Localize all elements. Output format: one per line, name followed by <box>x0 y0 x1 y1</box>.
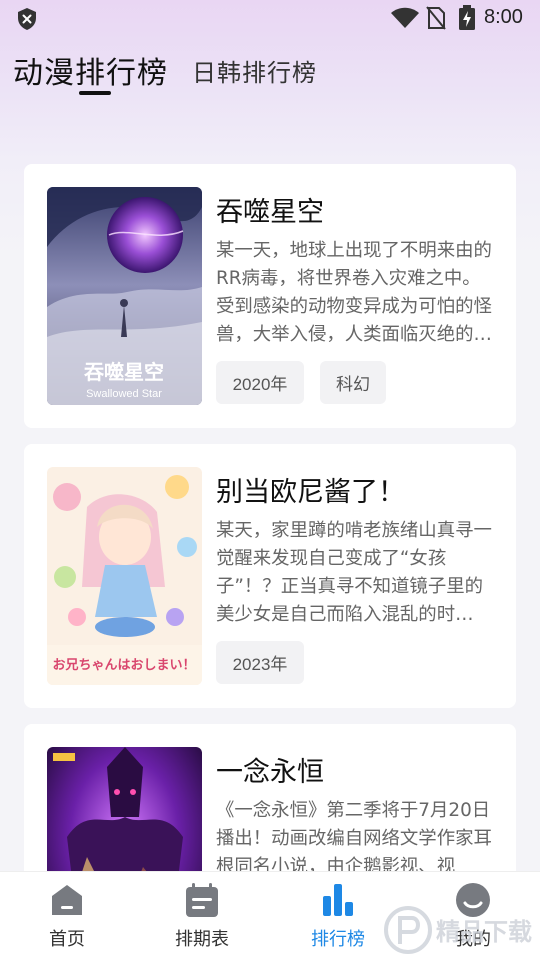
wifi-icon <box>391 7 419 28</box>
anime-description: 某天，家里蹲的啃老族绪山真寻一觉醒来发现自己变成了“女孩子”！？正当真寻不知道镜… <box>216 520 492 625</box>
anime-title: 别当欧尼酱了！ <box>216 477 405 508</box>
poster-title: 吞噬星空 <box>84 360 164 384</box>
anime-tags: 2020年 科幻 <box>216 361 386 404</box>
anime-description: 《一念永恒》第二季将于7月20日播出！动画改编自网络文学作家耳根同名小说，由企鹅… <box>216 800 492 877</box>
anime-title: 吞噬星空 <box>216 197 324 228</box>
poster-art: お兄ちゃんはおしまい！ <box>47 467 202 685</box>
battery-charging-icon <box>459 5 475 30</box>
anime-card[interactable]: お兄ちゃんはおしまい！ 别当欧尼酱了！ 某天，家里蹲的啃老族绪山真寻一觉醒来发现… <box>24 444 516 708</box>
tag-genre[interactable]: 科幻 <box>320 361 386 404</box>
anime-description: 某一天，地球上出现了不明来由的RR病毒，将世界卷入灾难之中。受到感染的动物变异成… <box>216 240 492 345</box>
anime-tags: 2023年 <box>216 641 304 684</box>
home-icon <box>52 885 82 915</box>
poster-art: 吞噬星空 Swallowed Star <box>47 187 202 405</box>
no-sim-icon <box>426 6 446 30</box>
poster-subtitle: Swallowed Star <box>86 388 162 400</box>
tag-year[interactable]: 2023年 <box>216 641 304 684</box>
tag-year[interactable]: 2020年 <box>216 361 304 404</box>
nav-home[interactable]: 首页 <box>12 872 122 960</box>
anime-poster[interactable]: お兄ちゃんはおしまい！ <box>47 467 202 685</box>
status-bar: 8:00 <box>0 0 540 36</box>
nav-schedule[interactable]: 排期表 <box>147 872 257 960</box>
tab-indicator <box>79 91 111 95</box>
watermark-logo: 精品下载 <box>384 906 532 954</box>
calendar-icon <box>186 883 218 917</box>
category-tabs: 动漫排行榜 日韩排行榜 <box>0 44 540 100</box>
nav-ranking[interactable]: 排行榜 <box>283 872 393 960</box>
nav-label: 排期表 <box>175 929 229 950</box>
anime-poster[interactable]: 吞噬星空 Swallowed Star <box>47 187 202 405</box>
rank-icon <box>323 884 353 916</box>
nav-label: 排行榜 <box>311 929 365 950</box>
tab-anime-ranking[interactable]: 动漫排行榜 <box>13 48 168 92</box>
poster-title: お兄ちゃんはおしまい！ <box>52 658 195 673</box>
shield-x-icon <box>18 8 36 30</box>
svg-text:精品下载: 精品下载 <box>436 918 532 946</box>
nav-label: 首页 <box>49 929 85 950</box>
anime-title: 一念永恒 <box>216 757 324 788</box>
tab-jk-ranking[interactable]: 日韩排行榜 <box>192 53 317 88</box>
status-time: 8:00 <box>484 6 523 28</box>
anime-card[interactable]: 吞噬星空 Swallowed Star 吞噬星空 某一天，地球上出现了不明来由的… <box>24 164 516 428</box>
